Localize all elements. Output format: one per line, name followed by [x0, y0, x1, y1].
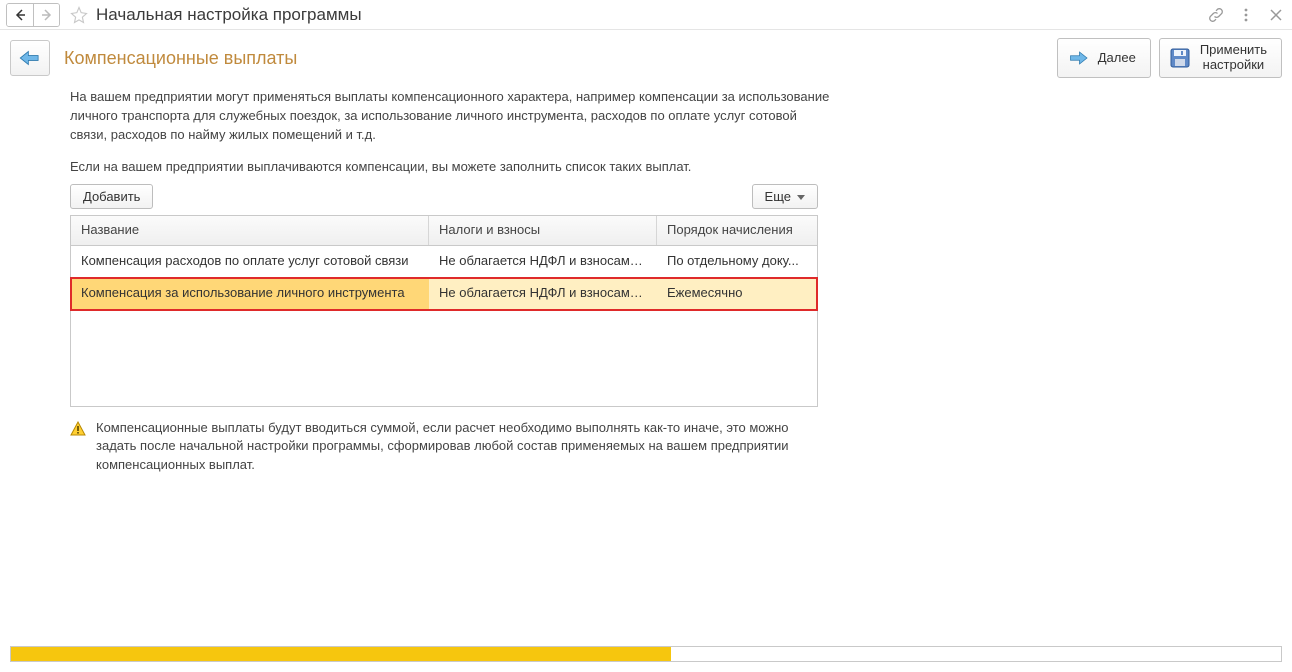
close-icon [1268, 7, 1284, 23]
cell-name: Компенсация расходов по оплате услуг сот… [71, 246, 429, 277]
nav-back-button[interactable] [7, 4, 33, 26]
arrow-right-big-icon [1066, 46, 1090, 70]
next-button-label: Далее [1098, 51, 1136, 66]
arrow-left-icon [14, 9, 26, 21]
arrow-left-big-icon [17, 48, 43, 68]
compensation-table: Название Налоги и взносы Порядок начисле… [70, 215, 818, 407]
titlebar: Начальная настройка программы [0, 0, 1292, 30]
table-row[interactable]: Компенсация за использование личного инс… [71, 278, 817, 310]
header-name[interactable]: Название [71, 216, 429, 245]
wizard-back-button[interactable] [10, 40, 50, 76]
header-order[interactable]: Порядок начисления [657, 216, 817, 245]
cell-order: По отдельному доку... [657, 246, 817, 277]
warning-icon [70, 421, 86, 437]
description-text: На вашем предприятии могут применяться в… [70, 88, 830, 145]
star-icon [70, 6, 88, 24]
note-row: Компенсационные выплаты будут вводиться … [70, 419, 818, 476]
menu-button[interactable] [1238, 7, 1254, 23]
more-button[interactable]: Еще [752, 184, 818, 209]
cell-order: Ежемесячно [657, 278, 817, 309]
apply-button-label: Применитьнастройки [1200, 43, 1267, 73]
nav-forward-button[interactable] [33, 4, 59, 26]
table-header-row: Название Налоги и взносы Порядок начисле… [71, 216, 817, 246]
progress-bar [10, 646, 1282, 662]
table-controls: Добавить Еще [70, 184, 818, 209]
link-button[interactable] [1208, 7, 1224, 23]
next-button[interactable]: Далее [1057, 38, 1151, 78]
table-row[interactable]: Компенсация расходов по оплате услуг сот… [71, 246, 817, 278]
nav-buttons [6, 3, 60, 27]
titlebar-right [1208, 7, 1284, 23]
description-text-2: Если на вашем предприятии выплачиваются … [70, 159, 830, 174]
link-icon [1208, 7, 1224, 23]
kebab-icon [1238, 7, 1254, 23]
add-button[interactable]: Добавить [70, 184, 153, 209]
note-text: Компенсационные выплаты будут вводиться … [96, 419, 818, 476]
arrow-right-icon [41, 9, 53, 21]
apply-button[interactable]: Применитьнастройки [1159, 38, 1282, 78]
cell-taxes: Не облагается НДФЛ и взносами... [429, 246, 657, 277]
cell-taxes: Не облагается НДФЛ и взносами... [429, 278, 657, 309]
progress-fill [11, 647, 671, 661]
close-button[interactable] [1268, 7, 1284, 23]
table-body: Компенсация расходов по оплате услуг сот… [71, 246, 817, 406]
content-area: На вашем предприятии могут применяться в… [0, 88, 840, 475]
section-title: Компенсационные выплаты [64, 48, 297, 69]
save-disk-icon [1168, 46, 1192, 70]
favorite-button[interactable] [68, 4, 90, 26]
cell-name: Компенсация за использование личного инс… [71, 278, 429, 309]
page-title: Начальная настройка программы [96, 5, 362, 25]
toolbar: Компенсационные выплаты Далее Применитьн… [0, 30, 1292, 82]
header-taxes[interactable]: Налоги и взносы [429, 216, 657, 245]
